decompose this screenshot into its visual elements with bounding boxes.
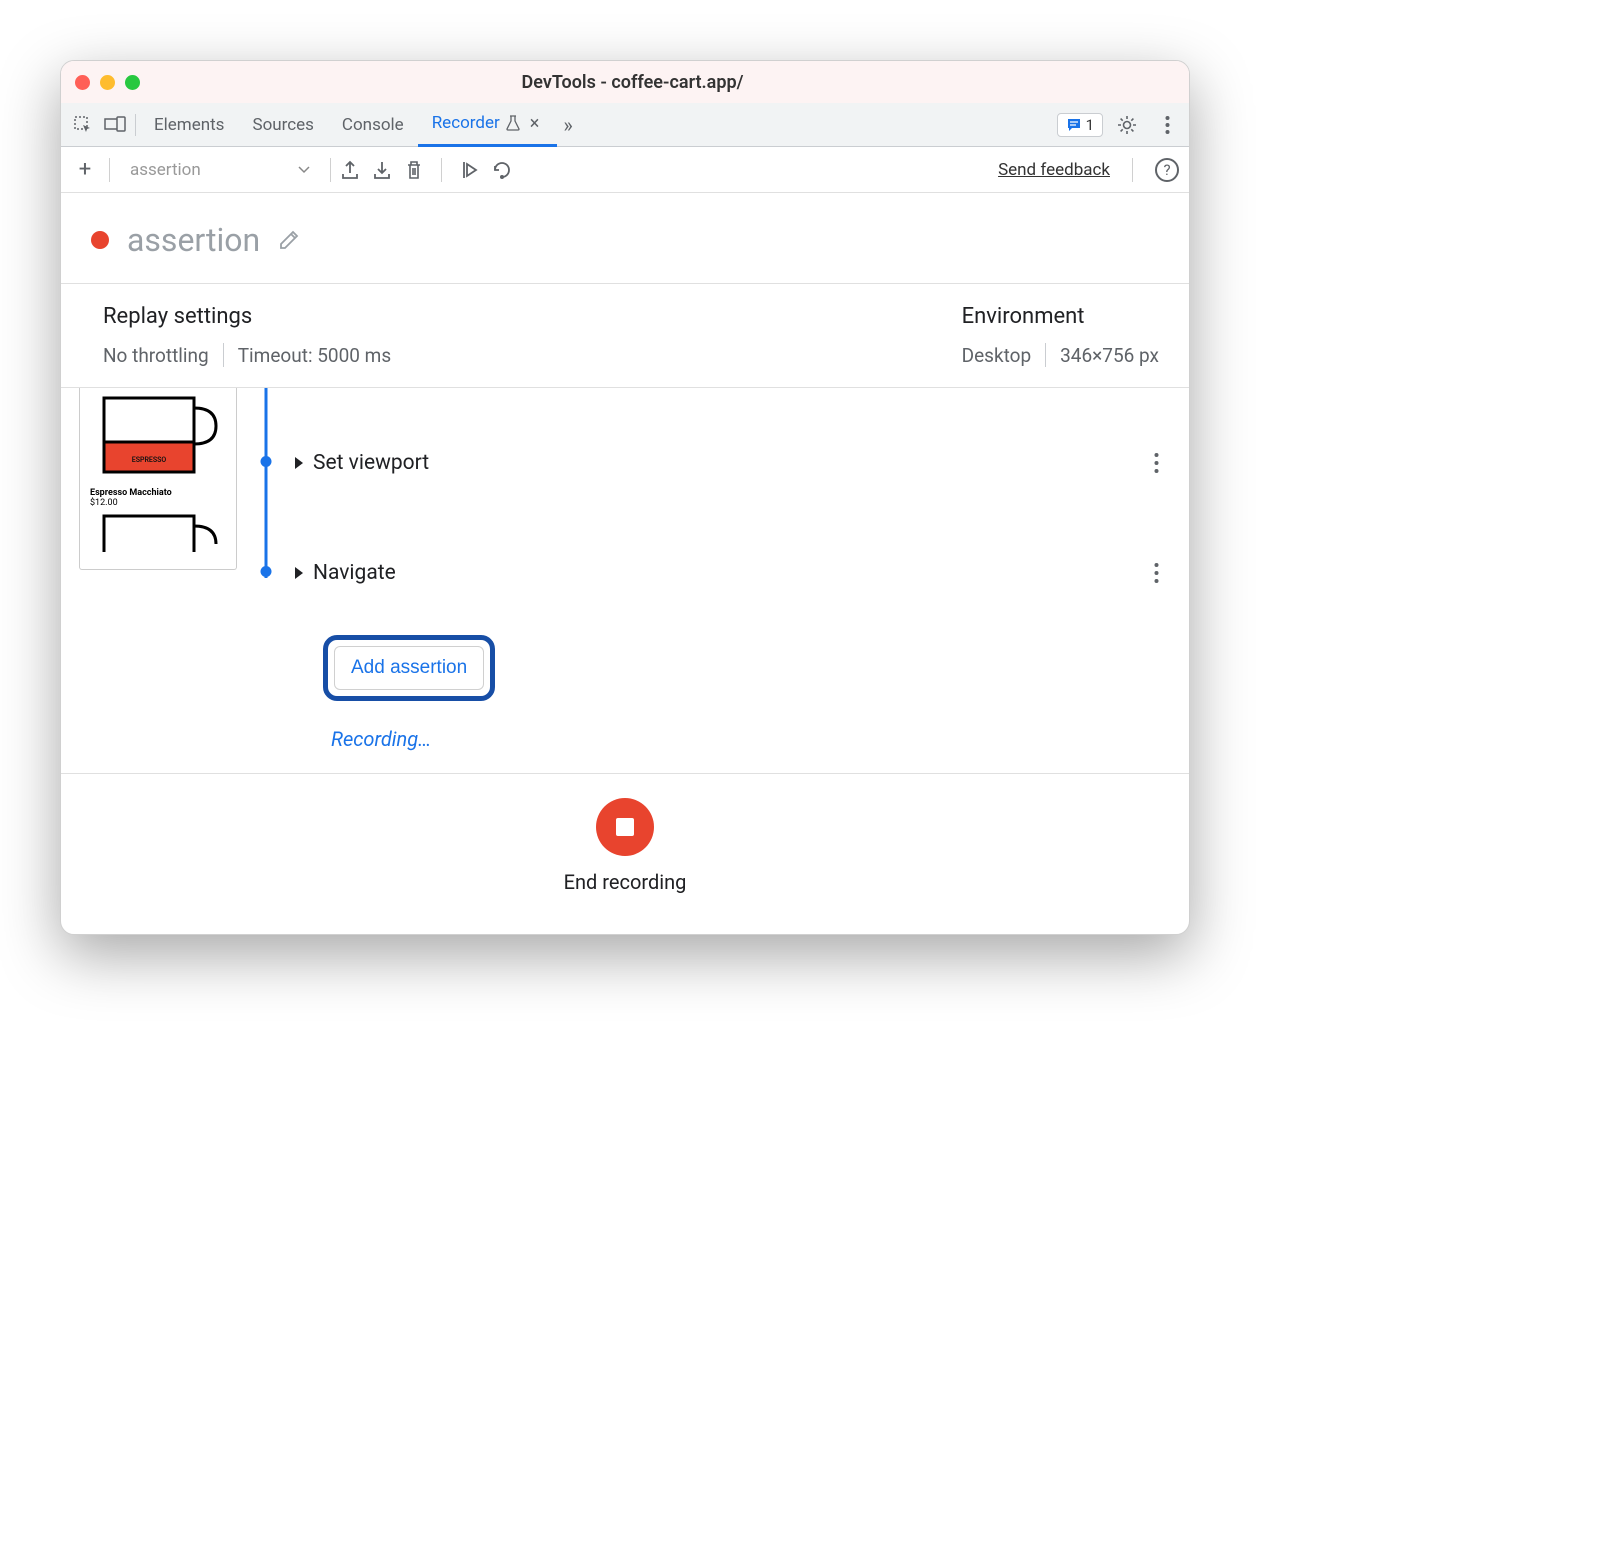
issues-count: 1 (1086, 116, 1094, 134)
tab-console[interactable]: Console (328, 103, 418, 147)
settings-icon[interactable] (1111, 109, 1143, 141)
screenshot-thumbnail[interactable]: ESPRESSO Espresso Macchiato $12.00 (79, 388, 237, 570)
replay-settings-heading: Replay settings (103, 304, 391, 329)
import-icon[interactable] (373, 160, 391, 180)
step-menu-icon[interactable] (1154, 452, 1159, 474)
timeout-value[interactable]: Timeout: 5000 ms (238, 344, 391, 367)
step-set-viewport[interactable]: Set viewport (295, 451, 429, 475)
viewport-value[interactable]: 346×756 px (1060, 344, 1159, 367)
message-icon (1066, 117, 1082, 133)
svg-text:ESPRESSO: ESPRESSO (132, 456, 167, 464)
kebab-menu-icon[interactable] (1151, 109, 1183, 141)
expand-triangle-icon (295, 457, 303, 469)
replay-icon[interactable] (460, 160, 478, 180)
separator (109, 158, 110, 182)
recording-title: assertion (127, 221, 260, 259)
recording-header: assertion (61, 193, 1189, 284)
close-window-button[interactable] (75, 75, 90, 90)
tab-label: Recorder (432, 113, 500, 133)
step-row: Navigate (295, 548, 1159, 598)
inspect-element-icon[interactable] (67, 109, 99, 141)
end-recording-area: End recording (61, 774, 1189, 934)
recorder-toolbar: + assertion (61, 147, 1189, 193)
thumb-product-name: Espresso Macchiato (90, 488, 226, 498)
separator (1132, 158, 1133, 182)
timeline-line (265, 388, 268, 578)
end-recording-label: End recording (564, 870, 687, 894)
tab-recorder[interactable]: Recorder × (418, 103, 558, 147)
recording-selector-value: assertion (130, 160, 201, 180)
add-assertion-highlight: Add assertion (323, 635, 495, 701)
step-row: Set viewport (295, 438, 1159, 488)
export-icon[interactable] (341, 160, 359, 180)
help-icon[interactable]: ? (1155, 158, 1179, 182)
environment-heading: Environment (962, 304, 1159, 329)
steps-list: Set viewport Navigate Add assertion Reco… (295, 388, 1159, 751)
step-icon[interactable] (492, 161, 514, 179)
step-label: Navigate (313, 561, 396, 585)
timeline (237, 388, 295, 751)
timeline-dot (261, 456, 272, 467)
toolbar-right: Send feedback ? (998, 158, 1179, 182)
thumb-product-price: $12.00 (90, 498, 226, 508)
separator (441, 158, 442, 182)
recording-status: Recording… (331, 727, 1159, 751)
recording-indicator-icon (91, 231, 109, 249)
device-value[interactable]: Desktop (962, 344, 1032, 367)
tab-label: Console (342, 115, 404, 135)
recording-selector[interactable]: assertion (120, 160, 320, 180)
window-title: DevTools - coffee-cart.app/ (90, 72, 1175, 93)
settings-row: Replay settings No throttling Timeout: 5… (61, 284, 1189, 388)
tabbar-right: 1 (1057, 109, 1183, 141)
step-label: Set viewport (313, 451, 429, 475)
tab-label: Elements (154, 115, 224, 135)
new-recording-button[interactable]: + (71, 156, 99, 184)
tab-sources[interactable]: Sources (238, 103, 327, 147)
end-recording-button[interactable] (596, 798, 654, 856)
flask-icon (506, 115, 520, 131)
environment-values: Desktop 346×756 px (962, 343, 1159, 367)
send-feedback-link[interactable]: Send feedback (998, 160, 1110, 180)
steps-area: ESPRESSO Espresso Macchiato $12.00 (61, 388, 1189, 774)
environment-settings: Environment Desktop 346×756 px (962, 304, 1159, 367)
close-tab-icon[interactable]: × (526, 113, 544, 134)
step-navigate[interactable]: Navigate (295, 561, 396, 585)
chevron-down-icon (298, 166, 310, 174)
expand-triangle-icon (295, 567, 303, 579)
separator (223, 343, 224, 367)
screenshot-thumbnail-column: ESPRESSO Espresso Macchiato $12.00 (79, 388, 237, 751)
devtools-tabbar: Elements Sources Console Recorder × » 1 (61, 103, 1189, 147)
issues-badge[interactable]: 1 (1057, 113, 1103, 137)
separator (330, 158, 331, 182)
devtools-window: DevTools - coffee-cart.app/ Elements Sou… (60, 60, 1190, 935)
stop-icon (616, 818, 634, 836)
more-tabs-icon[interactable]: » (557, 113, 578, 137)
recorder-tool-icons (341, 158, 514, 182)
delete-icon[interactable] (405, 160, 423, 180)
tab-elements[interactable]: Elements (140, 103, 238, 147)
device-toolbar-icon[interactable] (99, 109, 131, 141)
separator (135, 114, 136, 136)
edit-title-icon[interactable] (278, 229, 300, 251)
window-titlebar: DevTools - coffee-cart.app/ (61, 61, 1189, 103)
replay-settings-values: No throttling Timeout: 5000 ms (103, 343, 391, 367)
add-assertion-button[interactable]: Add assertion (334, 646, 484, 690)
separator (1045, 343, 1046, 367)
tab-label: Sources (252, 115, 313, 135)
throttling-value[interactable]: No throttling (103, 344, 209, 367)
step-menu-icon[interactable] (1154, 562, 1159, 584)
timeline-dot (261, 566, 272, 577)
replay-settings: Replay settings No throttling Timeout: 5… (103, 304, 391, 367)
